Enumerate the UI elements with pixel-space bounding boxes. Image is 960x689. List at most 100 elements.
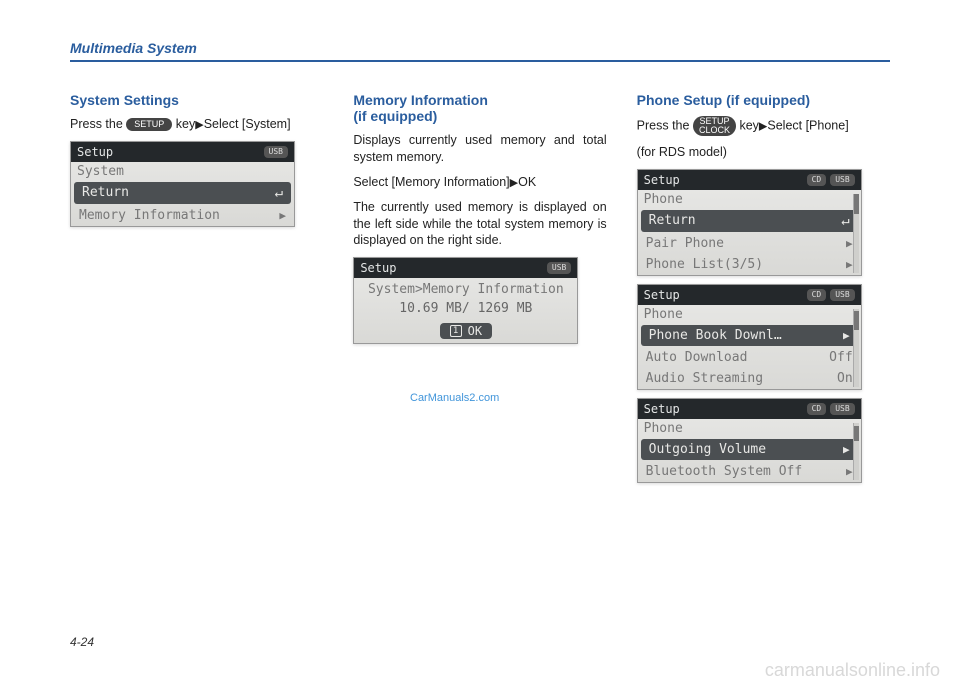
scrollbar[interactable] xyxy=(853,309,859,387)
cd-indicator-icon: CD xyxy=(807,403,827,415)
text-fragment: Select [Phone] xyxy=(767,118,848,132)
triangle-right-icon: ▶ xyxy=(195,119,203,131)
cd-indicator-icon: CD xyxy=(807,289,827,301)
phone-setup-p2: (for RDS model) xyxy=(637,144,890,161)
menu-item-value: Off xyxy=(829,350,852,365)
chevron-right-icon: ▶ xyxy=(846,258,853,271)
scrollbar[interactable] xyxy=(853,423,859,480)
screen-title: Setup xyxy=(644,402,680,416)
memory-breadcrumb: System>Memory Information xyxy=(360,282,571,297)
screen-titlebar: Setup CD USB xyxy=(638,399,861,419)
content-columns: System Settings Press the SETUP key▶Sele… xyxy=(70,92,890,491)
screen-titlebar: Setup USB xyxy=(71,142,294,162)
screen-system-setup: Setup USB System Return ↵ Memory Informa… xyxy=(70,141,295,227)
menu-item-return[interactable]: Return ↵ xyxy=(641,210,858,232)
scrollbar-thumb[interactable] xyxy=(854,426,859,440)
triangle-right-icon: ▶ xyxy=(510,177,518,189)
return-icon: ↵ xyxy=(841,213,849,229)
menu-item-label: Outgoing Volume xyxy=(649,442,766,457)
usb-indicator-icon: USB xyxy=(830,289,854,301)
menu-item-label: Return xyxy=(649,213,696,228)
menu-item-label: Memory Information xyxy=(79,208,220,223)
memory-value: 10.69 MB/ 1269 MB xyxy=(360,301,571,316)
return-icon: ↵ xyxy=(275,185,283,201)
manual-page: Multimedia System System Settings Press … xyxy=(0,0,960,511)
scrollbar-thumb[interactable] xyxy=(854,194,859,214)
ok-button[interactable]: 1 OK xyxy=(440,323,492,339)
menu-item-phone-book-download[interactable]: Phone Book Downl… ▶ xyxy=(641,325,858,346)
cd-indicator-icon: CD xyxy=(807,174,827,186)
text-fragment: key xyxy=(176,117,195,131)
screen-phone-2: Setup CD USB Phone Phone Book Downl… ▶ A… xyxy=(637,284,862,390)
menu-item-auto-download[interactable]: Auto Download Off xyxy=(638,347,861,368)
screen-phone-3: Setup CD USB Phone Outgoing Volume ▶ Blu… xyxy=(637,398,862,483)
watermark-footer: carmanualsonline.info xyxy=(765,660,940,681)
chevron-right-icon: ▶ xyxy=(846,237,853,250)
menu-item-phone-list[interactable]: Phone List(3/5) ▶ xyxy=(638,254,861,275)
running-header: Multimedia System xyxy=(70,40,890,62)
usb-indicator-icon: USB xyxy=(830,403,854,415)
screen-title: Setup xyxy=(644,288,680,302)
heading-line-1: Memory Information xyxy=(353,92,488,108)
menu-item-audio-streaming[interactable]: Audio Streaming On xyxy=(638,368,861,389)
screen-title: Setup xyxy=(77,145,113,159)
menu-item-outgoing-volume[interactable]: Outgoing Volume ▶ xyxy=(641,439,858,460)
chevron-right-icon: ▶ xyxy=(279,209,286,222)
memory-info-p2: Select [Memory Information]▶OK xyxy=(353,174,606,191)
screen-title: Setup xyxy=(360,261,396,275)
screen-title: Setup xyxy=(644,173,680,187)
ok-label: OK xyxy=(468,324,482,338)
chevron-right-icon: ▶ xyxy=(843,329,850,342)
chevron-right-icon: ▶ xyxy=(843,443,850,456)
screen-titlebar: Setup CD USB xyxy=(638,170,861,190)
page-number: 4-24 xyxy=(70,635,94,649)
scrollbar-thumb[interactable] xyxy=(854,311,859,331)
column-3: Phone Setup (if equipped) Press the SETU… xyxy=(637,92,890,491)
screen-section-label: System xyxy=(71,162,294,181)
setup-clock-key-icon: SETUPCLOCK xyxy=(693,116,736,136)
phone-setup-p1: Press the SETUPCLOCK key▶Select [Phone] xyxy=(637,116,890,136)
menu-item-label: Phone Book Downl… xyxy=(649,328,782,343)
menu-item-value: On xyxy=(837,371,853,386)
screen-titlebar: Setup USB xyxy=(354,258,577,278)
memory-info-heading: Memory Information (if equipped) xyxy=(353,92,606,124)
preset-1-icon: 1 xyxy=(450,325,462,337)
setup-key-icon: SETUP xyxy=(126,118,172,131)
system-settings-heading: System Settings xyxy=(70,92,323,108)
screen-memory-information: Setup USB System>Memory Information 10.6… xyxy=(353,257,578,344)
menu-item-label: Pair Phone xyxy=(646,236,724,251)
menu-item-label: Auto Download xyxy=(646,350,748,365)
column-1: System Settings Press the SETUP key▶Sele… xyxy=(70,92,323,491)
chevron-right-icon: ▶ xyxy=(846,465,853,478)
usb-indicator-icon: USB xyxy=(830,174,854,186)
menu-item-label: Bluetooth System Off xyxy=(646,464,803,479)
screen-section-label: Phone xyxy=(638,419,861,438)
column-2: Memory Information (if equipped) Display… xyxy=(353,92,606,491)
menu-item-bluetooth-system-off[interactable]: Bluetooth System Off ▶ xyxy=(638,461,861,482)
text-fragment: Press the xyxy=(70,117,123,131)
key-line-2: CLOCK xyxy=(699,125,730,135)
memory-info-p1: Displays currently used memory and total… xyxy=(353,132,606,166)
system-settings-instruction: Press the SETUP key▶Select [System] xyxy=(70,116,323,133)
text-fragment: Select [System] xyxy=(204,117,291,131)
text-fragment: Press the xyxy=(637,118,690,132)
heading-line-2: (if equipped) xyxy=(353,108,437,124)
phone-setup-heading: Phone Setup (if equipped) xyxy=(637,92,890,108)
usb-indicator-icon: USB xyxy=(547,262,571,274)
menu-item-pair-phone[interactable]: Pair Phone ▶ xyxy=(638,233,861,254)
menu-item-label: Audio Streaming xyxy=(646,371,763,386)
menu-item-memory-info[interactable]: Memory Information ▶ xyxy=(71,205,294,226)
text-fragment: key xyxy=(739,118,758,132)
screen-section-label: Phone xyxy=(638,305,861,324)
memory-info-p3: The currently used memory is displayed o… xyxy=(353,199,606,250)
text-fragment: Select [Memory Information] xyxy=(353,175,509,189)
screen-phone-1: Setup CD USB Phone Return ↵ Pair Phone ▶… xyxy=(637,169,862,276)
screen-titlebar: Setup CD USB xyxy=(638,285,861,305)
screen-section-label: Phone xyxy=(638,190,861,209)
menu-item-label: Phone List(3/5) xyxy=(646,257,763,272)
text-fragment: OK xyxy=(518,175,536,189)
menu-item-return[interactable]: Return ↵ xyxy=(74,182,291,204)
menu-item-label: Return xyxy=(82,185,129,200)
usb-indicator-icon: USB xyxy=(264,146,288,158)
scrollbar[interactable] xyxy=(853,194,859,273)
